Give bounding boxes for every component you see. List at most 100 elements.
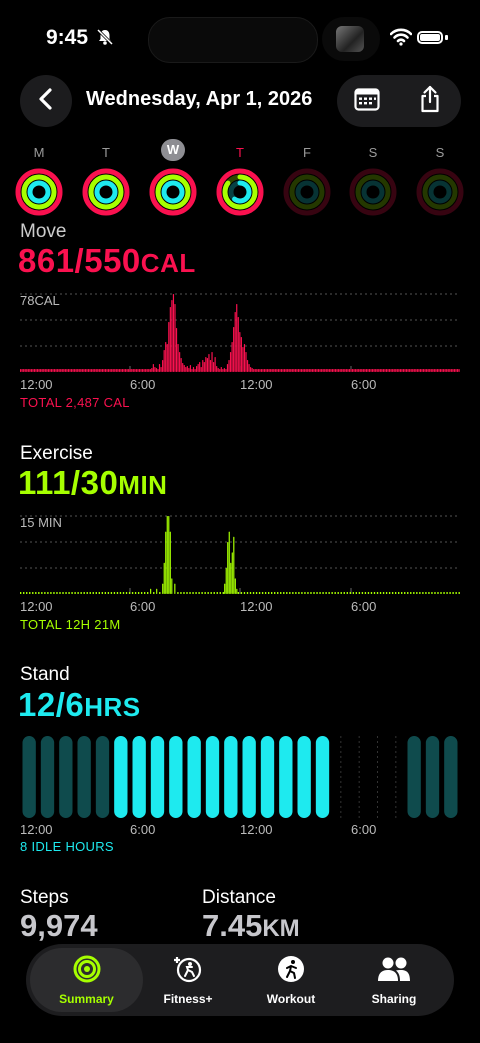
baseline-dot	[346, 592, 348, 594]
bar	[375, 369, 377, 372]
bar	[211, 352, 213, 372]
baseline-dot	[204, 592, 206, 594]
day-label-0: M	[33, 145, 45, 160]
bar	[321, 369, 323, 372]
bar	[35, 369, 37, 372]
baseline-dot	[286, 592, 288, 594]
bar	[257, 369, 259, 372]
baseline-dot	[207, 592, 209, 594]
stand-hour-bar	[279, 736, 293, 818]
baseline-dot	[137, 592, 140, 594]
baseline-dot	[310, 592, 312, 594]
baseline-dot	[65, 592, 67, 594]
day-rings-3[interactable]	[214, 166, 266, 218]
battery-nub	[445, 35, 448, 40]
share-button[interactable]	[400, 75, 460, 127]
bar	[426, 369, 428, 372]
move-label: Move	[20, 221, 67, 242]
day-label-2: W	[161, 139, 185, 161]
bar	[319, 369, 321, 372]
day-rings-5[interactable]	[347, 166, 399, 218]
bar	[162, 360, 164, 372]
baseline-dot	[428, 592, 430, 594]
baseline-dot	[379, 592, 382, 594]
bar	[256, 369, 258, 372]
bar	[260, 369, 263, 372]
bar	[456, 369, 459, 372]
tab-fitness-plus[interactable]: Fitness+	[138, 948, 238, 1012]
bar	[145, 369, 147, 372]
bar	[77, 369, 79, 372]
tab-summary-label: Summary	[59, 991, 114, 1006]
bar	[290, 369, 292, 372]
bar	[398, 369, 400, 372]
bar	[222, 369, 224, 372]
day-label-6: S	[435, 145, 445, 160]
baseline-dot	[394, 592, 397, 594]
bar	[409, 369, 411, 372]
baseline-dot	[307, 592, 309, 594]
baseline-dot	[134, 592, 137, 594]
baseline-dot	[38, 592, 40, 594]
bar	[89, 369, 91, 372]
bar	[30, 369, 33, 372]
bar	[109, 369, 111, 372]
stand-tick-3: 6:00	[351, 822, 377, 837]
bar	[183, 365, 185, 372]
baseline-dot	[404, 592, 406, 594]
baseline-dot	[358, 592, 361, 594]
baseline-dot	[388, 592, 391, 594]
bar	[274, 369, 276, 372]
bar	[63, 369, 65, 372]
bar	[137, 369, 139, 372]
stand-idle: 8 IDLE HOURS	[20, 839, 114, 854]
bar	[370, 369, 372, 372]
baseline-dot	[177, 592, 179, 594]
day-rings-1[interactable]	[80, 166, 132, 218]
bar	[209, 360, 212, 372]
baseline-dot	[440, 592, 442, 594]
baseline-dot	[68, 592, 70, 594]
stand-tick-0: 12:00	[20, 822, 53, 837]
baseline-dot	[95, 592, 97, 594]
baseline-dot	[267, 592, 270, 594]
exercise-value-unit: MIN	[118, 470, 168, 500]
baseline-dot	[370, 592, 373, 594]
baseline-dot	[240, 592, 243, 594]
bar	[382, 369, 385, 372]
baseline-dot	[201, 592, 203, 594]
bar	[334, 369, 337, 372]
stand-ring-track	[428, 180, 452, 204]
tab-sharing[interactable]: Sharing	[344, 948, 444, 1012]
share-icon	[418, 85, 442, 118]
bar	[141, 369, 144, 372]
day-rings-6[interactable]	[414, 166, 466, 218]
baseline-dot	[340, 592, 342, 594]
stand-hour-bar	[150, 736, 165, 818]
bar	[60, 369, 62, 372]
bar	[231, 342, 233, 372]
baseline-dot	[35, 592, 37, 594]
tab-workout[interactable]: Workout	[241, 948, 341, 1012]
bar	[263, 369, 266, 372]
tab-workout-label: Workout	[266, 991, 316, 1006]
baseline-dot	[26, 592, 28, 594]
bar	[223, 368, 225, 372]
bar	[285, 369, 287, 372]
fitness-plus-icon	[173, 955, 203, 988]
calendar-icon	[354, 87, 380, 116]
bar	[413, 369, 415, 372]
bar	[399, 369, 401, 372]
day-rings-2[interactable]	[147, 166, 199, 218]
day-rings-0[interactable]	[13, 166, 65, 218]
stand-hour-bar	[169, 736, 183, 818]
tab-summary[interactable]: Summary	[30, 948, 143, 1012]
idle-hour-bar	[77, 736, 91, 818]
baseline-dot	[128, 592, 131, 594]
bar	[72, 369, 74, 372]
baseline-dot	[125, 592, 128, 594]
back-button[interactable]	[20, 75, 72, 127]
day-rings-4[interactable]	[281, 166, 333, 218]
calendar-button[interactable]	[337, 75, 397, 127]
bar	[350, 369, 352, 372]
